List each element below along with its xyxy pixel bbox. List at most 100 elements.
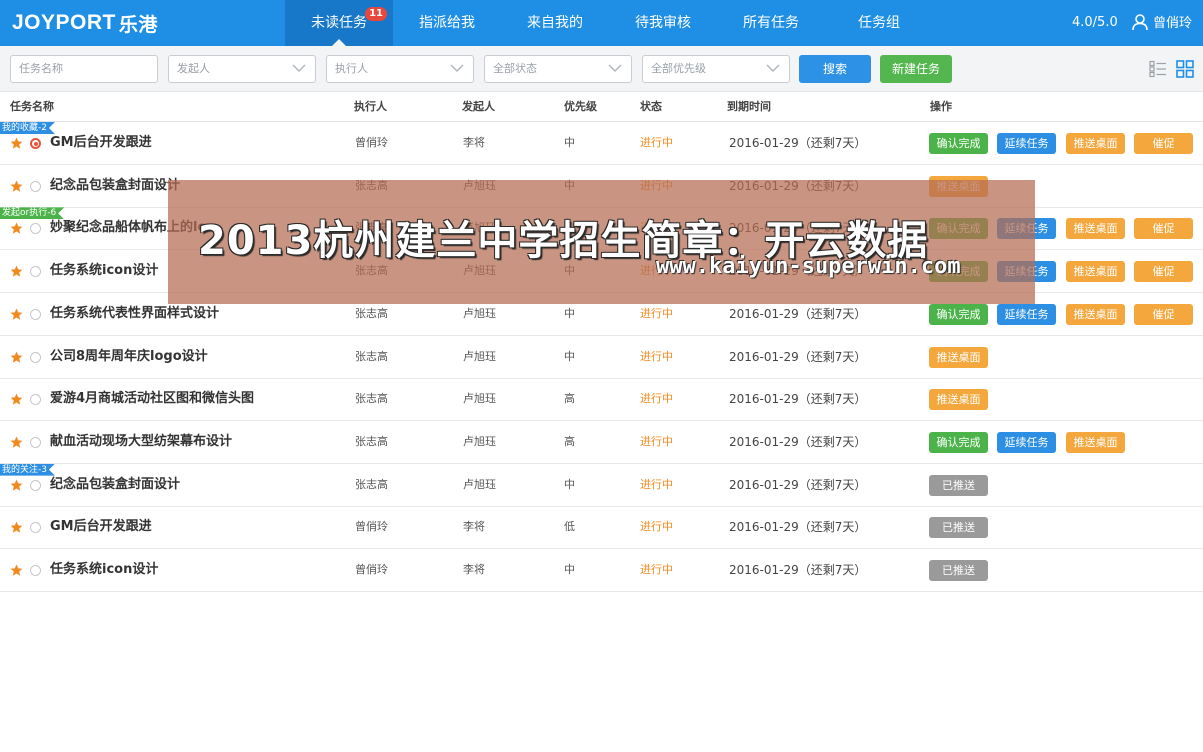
- extend-task-button[interactable]: 延续任务: [997, 303, 1056, 325]
- table-row[interactable]: 爱游4月商城活动社区图和微信头图 张志高 卢旭珏 高 进行中 2016-01-29（还剩7…: [0, 378, 1203, 422]
- initiator-cell: 李将: [463, 563, 485, 576]
- status-select[interactable]: 全部状态: [484, 55, 632, 83]
- confirm-complete-button[interactable]: 确认完成: [929, 431, 988, 453]
- push-desktop-button[interactable]: 推送桌面: [1066, 431, 1125, 453]
- urge-button[interactable]: 催促: [1134, 133, 1193, 154]
- logo-text: JOYPORT: [12, 11, 116, 34]
- due-date-cell: 2016-01-29（还剩7天）: [729, 520, 867, 535]
- grid-view-icon[interactable]: [1176, 60, 1194, 78]
- urge-button[interactable]: 催促: [1134, 218, 1193, 240]
- table-row[interactable]: 公司8周年周年庆logo设计 张志高 卢旭珏 中 进行中 2016-01-29（还剩7天）…: [0, 336, 1203, 379]
- user-name: 曾俏玲: [1153, 16, 1193, 31]
- star-favorite-icon[interactable]: [10, 222, 23, 235]
- push-desktop-button[interactable]: 推送桌面: [929, 389, 988, 411]
- watermark-banner: 2013杭州建兰中学招生简章：开云数据 www.kaiyun-superwin.…: [168, 180, 1035, 304]
- table-row[interactable]: 纪念品包装盒封面设计 张志高 卢旭珏 中 进行中 2016-01-29（还剩7天） 已推送: [0, 464, 1203, 507]
- task-name[interactable]: GM后台开发跟进: [50, 506, 152, 548]
- executor-cell: 曾俏玲: [355, 520, 388, 534]
- star-favorite-icon[interactable]: [10, 436, 23, 449]
- search-button[interactable]: 搜索: [799, 55, 871, 83]
- confirm-complete-button[interactable]: 确认完成: [929, 303, 988, 325]
- task-name[interactable]: 纪念品包装盒封面设计: [50, 464, 180, 506]
- tab-unread-tasks[interactable]: 未读任务 11: [285, 0, 393, 46]
- push-desktop-button[interactable]: 推送桌面: [929, 346, 988, 368]
- priority-cell: 高: [564, 434, 575, 448]
- priority-select[interactable]: 全部优先级: [642, 55, 790, 83]
- star-favorite-icon[interactable]: [10, 180, 23, 193]
- extend-task-button[interactable]: 延续任务: [997, 133, 1056, 154]
- list-view-icon[interactable]: [1149, 60, 1167, 78]
- task-status-radio-icon[interactable]: [30, 138, 41, 149]
- task-status-radio-icon[interactable]: [30, 223, 41, 235]
- tab-assigned-to-me[interactable]: 指派给我: [393, 0, 501, 46]
- executor-cell: 张志高: [355, 477, 388, 491]
- tab-label: 未读任务: [311, 15, 367, 31]
- task-name[interactable]: 任务系统icon设计: [50, 250, 158, 292]
- confirm-complete-button[interactable]: 确认完成: [929, 133, 988, 154]
- task-status-radio-icon[interactable]: [30, 394, 41, 406]
- column-header-priority: 优先级: [564, 100, 597, 113]
- table-row[interactable]: 献血活动现场大型纺架幕布设计 张志高 卢旭珏 高 进行中 2016-01-29（还剩7天）…: [0, 421, 1203, 464]
- push-desktop-button[interactable]: 推送桌面: [1066, 303, 1125, 325]
- star-favorite-icon[interactable]: [10, 479, 23, 492]
- task-status-radio-icon[interactable]: [30, 351, 41, 363]
- push-desktop-button[interactable]: 推送桌面: [1066, 261, 1125, 283]
- due-date-cell: 2016-01-29（还剩7天）: [729, 349, 867, 364]
- star-favorite-icon[interactable]: [10, 351, 23, 364]
- priority-cell: 中: [564, 136, 575, 149]
- group-label-tag: 我的关注-3: [0, 464, 55, 476]
- task-name[interactable]: 公司8周年周年庆logo设计: [50, 336, 208, 378]
- pushed-button[interactable]: 已推送: [929, 474, 988, 496]
- status-cell: 进行中: [640, 520, 673, 534]
- task-name-input[interactable]: 任务名称: [10, 55, 158, 83]
- task-name[interactable]: 爱游4月商城活动社区图和微信头图: [50, 378, 254, 420]
- extend-task-button[interactable]: 延续任务: [997, 431, 1056, 453]
- select-value: 全部优先级: [651, 62, 706, 75]
- star-favorite-icon[interactable]: [10, 308, 23, 321]
- task-status-radio-icon[interactable]: [30, 180, 41, 192]
- task-name[interactable]: GM后台开发跟进: [50, 122, 152, 164]
- task-status-radio-icon[interactable]: [30, 266, 41, 278]
- initiator-select[interactable]: 发起人: [168, 55, 316, 83]
- star-favorite-icon[interactable]: [10, 265, 23, 278]
- table-row[interactable]: GM后台开发跟进 曾俏玲 李将 低 进行中 2016-01-29（还剩7天） 已推送: [0, 506, 1203, 550]
- executor-cell: 张志高: [355, 349, 388, 363]
- star-favorite-icon[interactable]: [10, 521, 23, 534]
- status-cell: 进行中: [640, 434, 673, 448]
- task-status-radio-icon[interactable]: [30, 522, 41, 534]
- joyport-logo[interactable]: JOYPORT 乐港: [12, 9, 158, 37]
- table-row[interactable]: 任务系统icon设计 曾俏玲 李将 中 进行中 2016-01-29（还剩7天） 已推送: [0, 549, 1203, 592]
- table-row[interactable]: GM后台开发跟进 曾俏玲 李将 中 进行中 2016-01-29（还剩7天） 确认完成 延续任…: [0, 122, 1203, 165]
- task-status-radio-icon[interactable]: [30, 308, 41, 320]
- executor-select[interactable]: 执行人: [326, 55, 474, 83]
- push-desktop-button[interactable]: 推送桌面: [1066, 218, 1125, 240]
- chevron-down-icon: [292, 64, 306, 72]
- star-favorite-icon[interactable]: [10, 393, 23, 406]
- task-status-radio-icon[interactable]: [30, 565, 41, 576]
- task-status-radio-icon[interactable]: [30, 479, 41, 491]
- push-desktop-button[interactable]: 推送桌面: [1066, 133, 1125, 154]
- urge-button[interactable]: 催促: [1134, 303, 1193, 325]
- priority-cell: 中: [564, 477, 575, 491]
- urge-button[interactable]: 催促: [1134, 261, 1193, 283]
- task-name[interactable]: 纪念品包装盒封面设计: [50, 165, 180, 207]
- initiator-cell: 卢旭珏: [463, 477, 496, 491]
- task-name[interactable]: 任务系统icon设计: [50, 549, 158, 591]
- top-navigation-bar: JOYPORT 乐港 未读任务 11 指派给我 来自我的 待我审核 所有任务 任…: [0, 0, 1203, 46]
- group-label-tag: 我的收藏-2: [0, 122, 55, 134]
- star-favorite-icon[interactable]: [10, 564, 23, 577]
- pushed-button[interactable]: 已推送: [929, 560, 988, 581]
- tab-task-groups[interactable]: 任务组: [825, 0, 933, 46]
- user-menu[interactable]: 曾俏玲: [1131, 12, 1192, 31]
- task-name[interactable]: 献血活动现场大型纺架幕布设计: [50, 421, 232, 463]
- tab-all-tasks[interactable]: 所有任务: [717, 0, 825, 46]
- initiator-cell: 卢旭珏: [463, 392, 496, 406]
- column-header-name: 任务名称: [10, 100, 54, 113]
- tab-pending-review[interactable]: 待我审核: [609, 0, 717, 46]
- pushed-button[interactable]: 已推送: [929, 517, 988, 539]
- tab-from-me[interactable]: 来自我的: [501, 0, 609, 46]
- star-favorite-icon[interactable]: [10, 137, 23, 150]
- new-task-button[interactable]: 新建任务: [880, 55, 952, 83]
- task-status-radio-icon[interactable]: [30, 436, 41, 448]
- due-date-cell: 2016-01-29（还剩7天）: [729, 136, 867, 150]
